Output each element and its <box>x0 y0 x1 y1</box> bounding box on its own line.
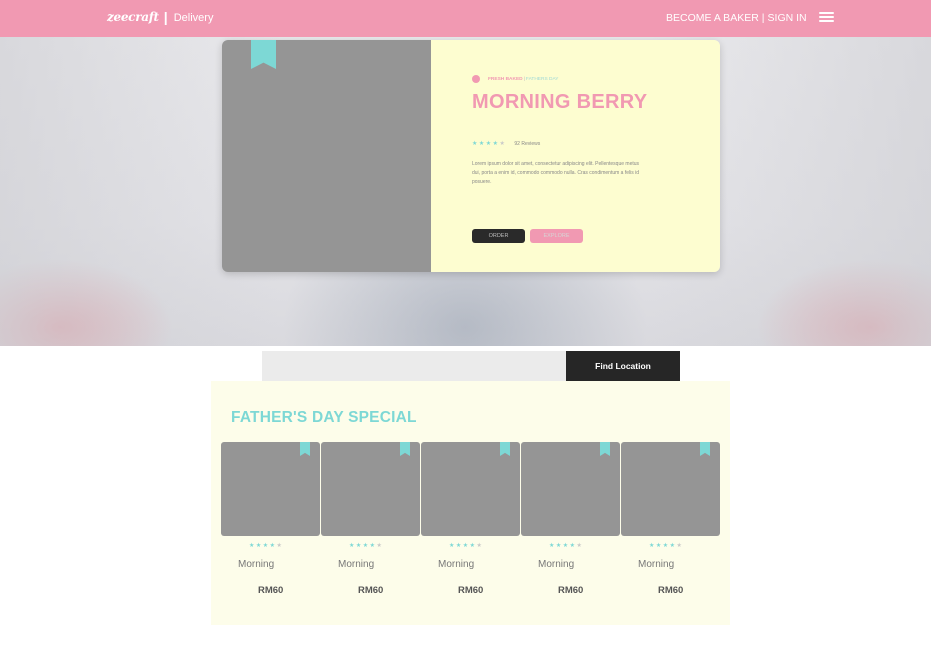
tag-separator: | <box>523 76 525 82</box>
top-navigation-bar: zeecraft | Delivery BECOME A BAKER | SIG… <box>0 0 931 37</box>
product-name: Morning <box>338 559 375 570</box>
product-card[interactable]: ★★★★★ Morning RM60 <box>321 442 421 612</box>
product-name: Morning <box>238 559 275 570</box>
star-rating: ★★★★★ <box>249 543 284 549</box>
order-button[interactable]: ORDER <box>472 229 525 243</box>
star-rating: ★★★★★ <box>549 543 584 549</box>
review-count: 92 Reviews <box>514 140 541 147</box>
brand-logo[interactable]: zeecraft <box>107 10 159 24</box>
tag-fathers-day: FATHERS DAY <box>525 76 559 82</box>
product-name: Morning <box>638 559 675 570</box>
product-image[interactable] <box>321 442 420 536</box>
account-links: BECOME A BAKER | SIGN IN <box>666 12 807 24</box>
brand[interactable]: zeecraft | Delivery <box>107 9 213 25</box>
star-rating: ★★★★★ <box>349 543 384 549</box>
product-price: RM60 <box>658 585 684 596</box>
product-name: Morning <box>538 559 575 570</box>
bookmark-ribbon-icon[interactable] <box>600 442 610 456</box>
fathers-day-special-section: FATHER'S DAY SPECIAL ★★★★★ Morning RM60 … <box>211 381 730 625</box>
featured-product-card: FRESH BAKED | FATHERS DAY MORNING BERRY … <box>222 40 720 272</box>
links-separator: | <box>761 12 765 24</box>
star-rating: ★★★★★ <box>472 141 507 147</box>
hamburger-menu-icon[interactable] <box>819 12 834 22</box>
find-location-button[interactable]: Find Location <box>566 351 680 381</box>
sign-in-link[interactable]: SIGN IN <box>768 12 807 24</box>
product-image[interactable] <box>521 442 620 536</box>
location-input[interactable] <box>262 351 566 381</box>
product-card[interactable]: ★★★★★ Morning RM60 <box>521 442 621 612</box>
featured-product-description: Lorem ipsum dolor sit amet, consectetur … <box>472 161 640 185</box>
bookmark-ribbon-icon[interactable] <box>251 40 276 69</box>
product-image[interactable] <box>421 442 520 536</box>
become-a-baker-link[interactable]: BECOME A BAKER <box>666 12 759 24</box>
featured-product-image <box>222 40 431 272</box>
product-tag: FRESH BAKED | FATHERS DAY <box>472 75 559 83</box>
brand-subtitle: Delivery <box>173 12 214 24</box>
explore-button[interactable]: EXPLORE <box>530 229 583 243</box>
product-price: RM60 <box>558 585 584 596</box>
tag-fresh-baked: FRESH BAKED <box>488 76 523 82</box>
product-card[interactable]: ★★★★★ Morning RM60 <box>221 442 321 612</box>
product-price: RM60 <box>258 585 284 596</box>
section-title: FATHER'S DAY SPECIAL <box>231 409 417 426</box>
bookmark-ribbon-icon[interactable] <box>300 442 310 456</box>
bookmark-ribbon-icon[interactable] <box>400 442 410 456</box>
hero-banner: FRESH BAKED | FATHERS DAY MORNING BERRY … <box>0 37 931 346</box>
product-price: RM60 <box>458 585 484 596</box>
featured-product-details: FRESH BAKED | FATHERS DAY MORNING BERRY … <box>431 40 720 272</box>
product-name: Morning <box>438 559 475 570</box>
product-card[interactable]: ★★★★★ Morning RM60 <box>621 442 721 612</box>
product-list: ★★★★★ Morning RM60 ★★★★★ Morning RM60 ★★… <box>221 442 721 612</box>
product-price: RM60 <box>358 585 384 596</box>
featured-product-title: MORNING BERRY <box>472 91 648 113</box>
star-rating: ★★★★★ <box>649 543 684 549</box>
product-card[interactable]: ★★★★★ Morning RM60 <box>421 442 521 612</box>
product-image[interactable] <box>621 442 720 536</box>
product-image[interactable] <box>221 442 320 536</box>
bookmark-ribbon-icon[interactable] <box>700 442 710 456</box>
brand-separator: | <box>163 9 168 25</box>
star-rating: ★★★★★ <box>449 543 484 549</box>
bookmark-ribbon-icon[interactable] <box>500 442 510 456</box>
cupcake-icon <box>472 75 480 83</box>
featured-product-rating: ★★★★★ 92 Reviews <box>472 140 541 148</box>
